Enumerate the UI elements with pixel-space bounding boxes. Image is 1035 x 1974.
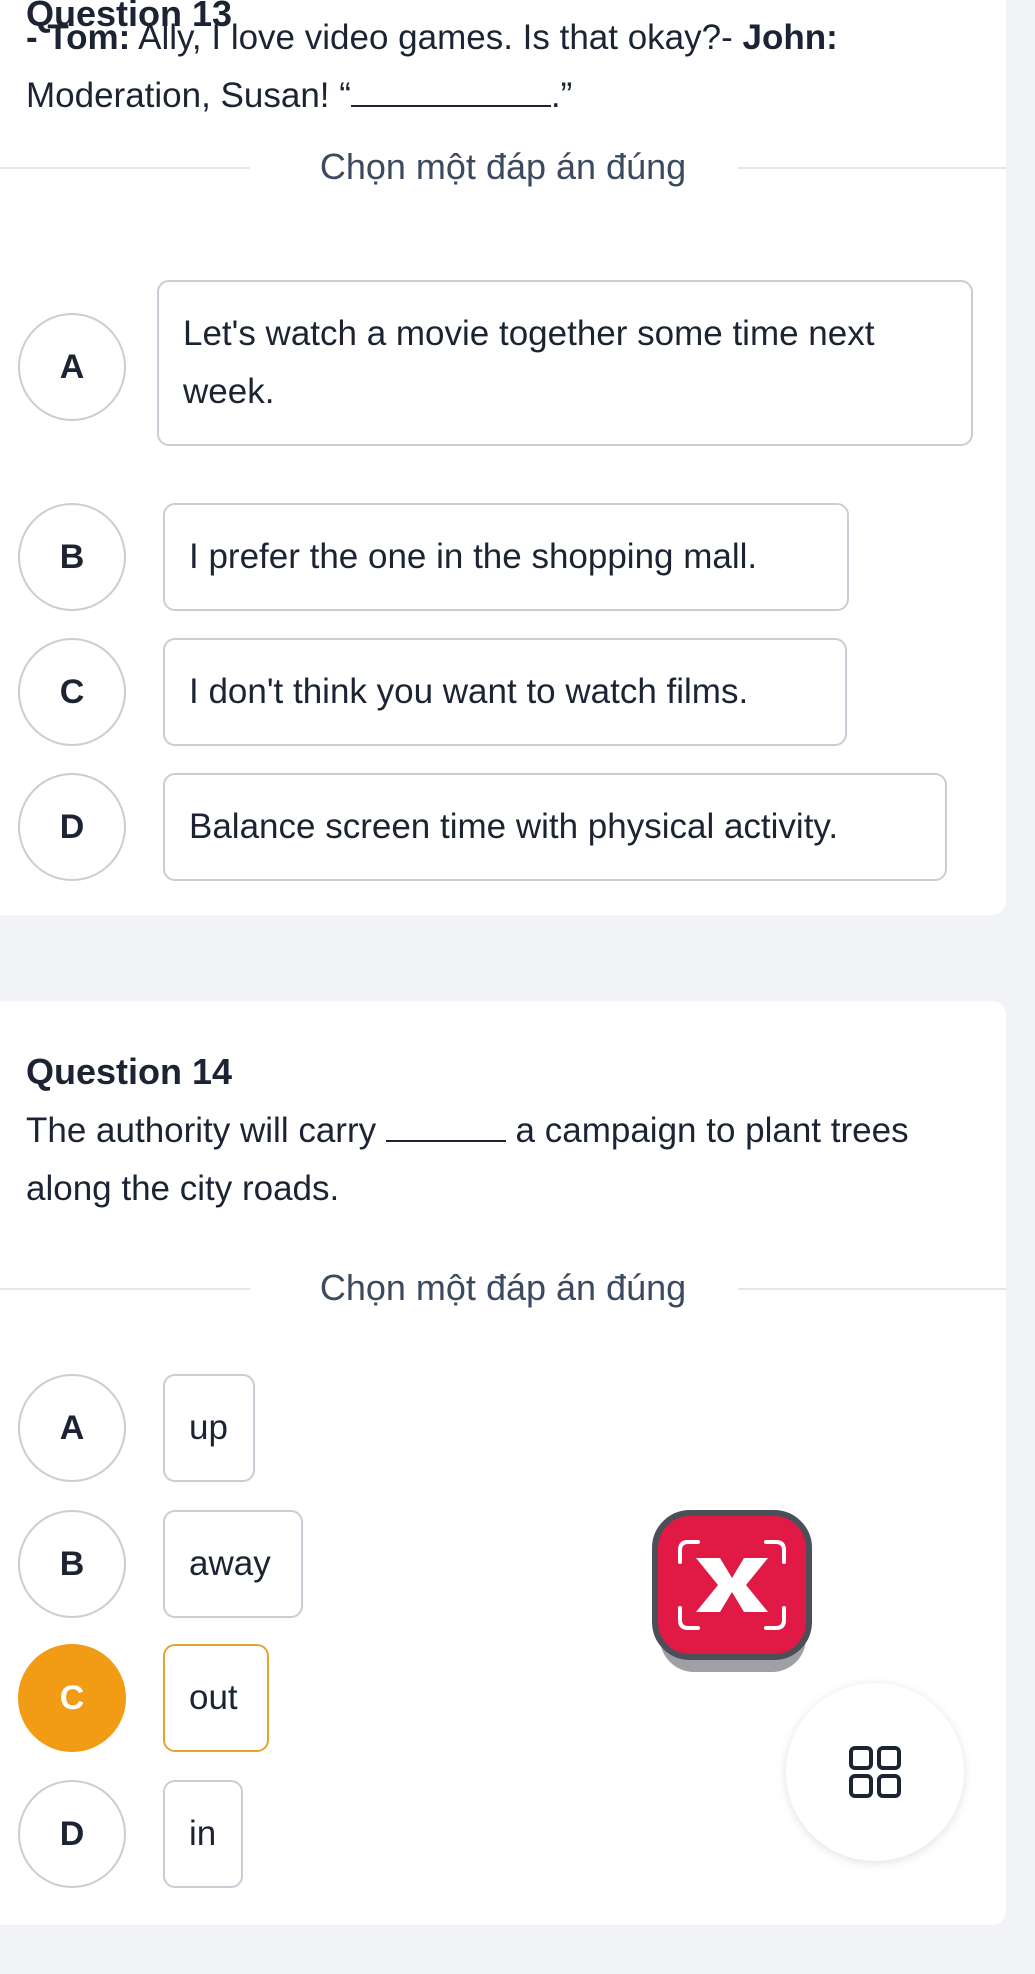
option-text-box[interactable]: Let's watch a movie together some time n… [157,280,973,446]
option-text: Balance screen time with physical activi… [189,807,839,846]
option-text: Let's watch a movie together some time n… [183,314,875,411]
floating-x-button[interactable] [652,1510,812,1672]
question-13-text: - Tom: Ally, I love video games. Is that… [26,9,966,125]
option-text: in [189,1814,217,1853]
option-text: out [189,1678,238,1717]
option-text-box[interactable]: away [163,1510,303,1618]
choose-answer-divider: Chọn một đáp án đúng [0,145,1006,189]
option-text-box[interactable]: up [163,1374,255,1482]
option-text-box[interactable]: Balance screen time with physical activi… [163,773,947,881]
option-letter[interactable]: A [18,1374,126,1482]
option-letter[interactable]: B [18,503,126,611]
question-14-title: Question 14 [26,1051,233,1092]
option-text: I prefer the one in the shopping mall. [189,537,758,576]
option-letter[interactable]: B [18,1510,126,1618]
option-text-box[interactable]: I don't think you want to watch films. [163,638,847,746]
option-text-box[interactable]: I prefer the one in the shopping mall. [163,503,849,611]
grid-menu-button[interactable] [786,1683,964,1861]
speaker-tom: - Tom: [26,18,131,57]
question-14-text-start: The authority will carry [26,1111,386,1150]
close-x-icon [678,1540,786,1630]
question-13-line1: Ally, I love video games. Is that okay?- [130,18,743,57]
option-text: up [189,1408,228,1447]
option-letter[interactable]: C [18,638,126,746]
speaker-john: John: [742,18,838,57]
question-13-line2-start: Moderation, Susan! “ [26,76,351,115]
option-letter[interactable]: D [18,1780,126,1888]
option-text-box-selected[interactable]: out [163,1644,269,1752]
question-14-text: The authority will carry a campaign to p… [26,1102,966,1218]
answer-blank [350,75,551,107]
option-letter-selected[interactable]: C [18,1644,126,1752]
answer-blank [385,1110,506,1142]
question-13-card: Question 13 - Tom: Ally, I love video ga… [0,0,1006,915]
option-letter[interactable]: A [18,313,126,421]
grid-menu-icon [849,1746,901,1798]
option-text-box[interactable]: in [163,1780,243,1888]
divider-line-right [738,167,1006,169]
choose-answer-divider: Chọn một đáp án đúng [0,1266,1006,1310]
divider-line-right [738,1288,1006,1290]
option-letter[interactable]: D [18,773,126,881]
option-text: away [189,1544,271,1583]
question-13-line2-end: .” [550,76,573,115]
option-text: I don't think you want to watch films. [189,672,749,711]
